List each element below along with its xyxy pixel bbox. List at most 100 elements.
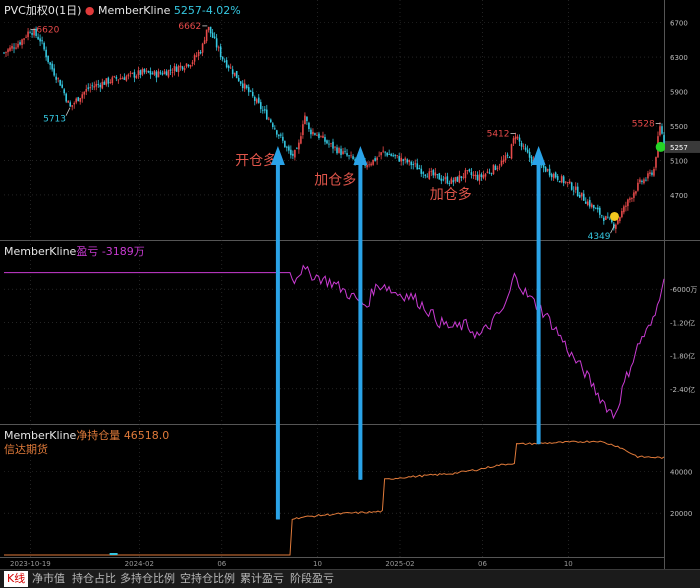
candle-body [592,204,595,209]
candle-body [314,133,316,135]
candle-body [189,65,192,67]
main-indicator: MemberKline [98,4,171,17]
candle-body [137,70,140,76]
candle-body [574,186,577,190]
candle-body [175,66,178,72]
y-tick-label: 6700 [670,20,688,28]
tab-0[interactable]: K线 [4,571,29,587]
candle-body [458,175,461,183]
x-tick-label: 06 [478,560,487,568]
candle-body [500,160,503,166]
candle-body [282,136,284,141]
candle-body [75,98,78,103]
candle-body [639,179,641,183]
candle-body [645,179,647,181]
candle-body [159,72,162,74]
candle-body [43,42,45,50]
candle-body [31,33,33,35]
candle-body [310,129,312,135]
entry-arrow-shaft [275,160,280,520]
candle-body [115,77,118,79]
candle-body [79,97,82,102]
candle-body [570,182,573,190]
main-change: -4.02% [201,4,241,17]
candle-body [15,47,17,49]
candle-body [462,176,465,178]
candle-body [147,70,150,73]
candle-body [177,66,180,73]
tab-5[interactable]: 累计盈亏 [240,571,284,587]
candle-body [121,78,124,80]
candle-body [484,173,487,177]
x-tick-label: 2025-02 [385,560,414,568]
indicator-dot-icon: ● [84,4,95,17]
candle-body [474,174,477,177]
candle-body [649,172,651,174]
candle-body [655,157,657,168]
candle-body [422,172,425,174]
candle-body [633,192,635,198]
candle-body [257,97,260,103]
candle-body [183,68,186,71]
candle-body [229,67,232,69]
candle-body [318,133,320,138]
candle-body [320,136,322,138]
tab-2[interactable]: 持仓占比 [72,571,116,587]
candle-body [141,69,144,75]
candle-body [17,43,19,48]
annotation-callout: 加仓多 [430,186,472,203]
tab-6[interactable]: 阶段盈亏 [290,571,334,587]
candle-body [11,45,13,49]
tab-1[interactable]: 净市值 [32,571,65,587]
price-extreme-label: 4349 [588,232,611,242]
candle-body [143,68,146,73]
candle-body [89,87,92,89]
candle-body [424,174,427,176]
tab-4[interactable]: 空持仓比例 [180,571,235,587]
candle-body [109,82,112,83]
candle-body [464,170,467,179]
candle-body [131,72,134,74]
candle-body [494,165,497,171]
candle-body [502,159,505,162]
candle-body [316,135,318,136]
main-title: PVC加权0(1日) [4,4,82,17]
candle-body [416,163,419,170]
candle-body [61,84,63,88]
chart-svg[interactable]: 2023-10-19 2024-02 06 10 2025-02 06 10 4700 5100… [0,0,700,587]
annotation-callout: 开仓多 [235,152,277,169]
candle-body [47,55,49,63]
candle-body [77,97,80,102]
candle-body [101,81,104,89]
candle-body [149,71,152,75]
candle-body [25,36,27,38]
candle-body [504,155,507,161]
candle-body [418,168,421,170]
candle-body [368,164,370,166]
candle-body [444,177,447,180]
candle-body [601,215,603,217]
smiley-icon [610,211,619,221]
candle-body [27,31,29,38]
candle-body [619,217,621,222]
candle-body [643,179,645,184]
candle-body [163,71,166,75]
candle-body [322,135,324,138]
candle-body [386,152,388,156]
candle-body [631,198,633,199]
candle-body [452,180,455,183]
candle-body [366,164,368,168]
position-line [4,440,665,556]
candle-body [380,152,382,156]
candle-body [21,39,23,46]
candle-body [508,157,511,158]
candle-body [609,218,611,220]
tab-3[interactable]: 多持仓比例 [120,571,175,587]
candle-body [512,138,515,144]
candle-body [410,161,413,166]
candle-body [402,159,405,161]
candle-body [627,199,629,207]
candle-body [520,142,523,147]
candle-body [278,134,280,137]
candle-body [199,52,202,54]
